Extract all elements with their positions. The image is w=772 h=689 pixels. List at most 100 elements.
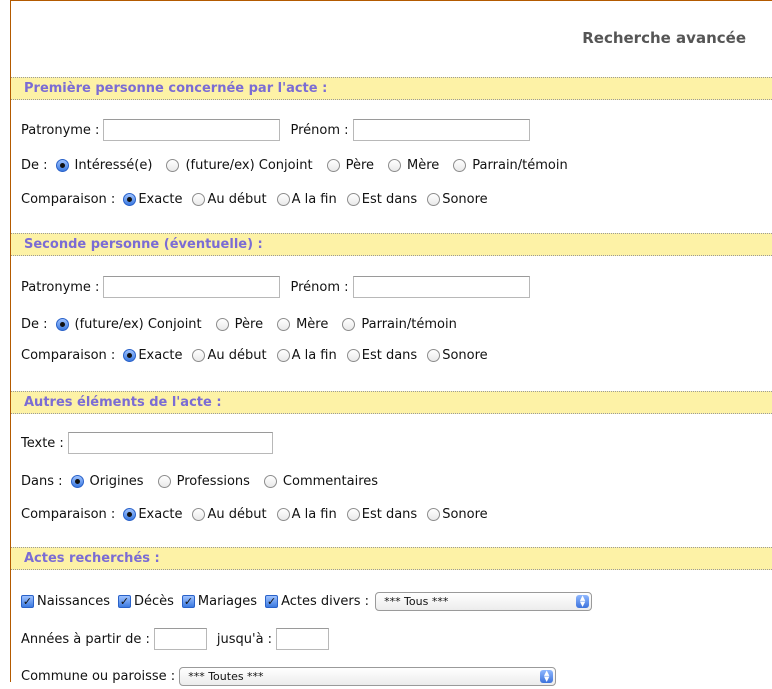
second-de-option-label: Parrain/témoin <box>361 316 457 332</box>
cmp-option-label: A la fin <box>291 347 337 363</box>
first-de-option-label: Mère <box>407 157 440 173</box>
prenom-label: Prénom : <box>290 122 349 138</box>
second-cmp-radio-sonore[interactable] <box>427 348 441 362</box>
other-cmp-radio-exacte[interactable] <box>123 507 137 521</box>
select-arrows-icon: ▲ ▼ <box>576 594 590 608</box>
first-comparison-row: Comparaison : Exacte Au début A la fin E… <box>21 186 488 212</box>
dans-radio-origines[interactable] <box>70 474 84 488</box>
second-name-row: Patronyme : Prénom : <box>21 274 530 300</box>
second-de-radio-mere[interactable] <box>277 317 291 331</box>
patronyme-label: Patronyme : <box>21 279 100 295</box>
act-type-label: Décès <box>133 593 174 609</box>
annees-to-label: jusqu'à : <box>216 631 273 647</box>
actes-divers-select-value: *** Tous *** <box>384 594 449 608</box>
second-cmp-radio-exacte[interactable] <box>123 348 137 362</box>
second-de-radio-pere[interactable] <box>215 317 229 331</box>
first-prenom-input[interactable] <box>352 119 530 141</box>
first-cmp-radio-sonore[interactable] <box>427 192 441 206</box>
cmp-option-label: Au début <box>207 191 267 207</box>
select-arrows-icon: ▲ ▼ <box>540 669 554 683</box>
first-name-row: Patronyme : Prénom : <box>21 117 530 143</box>
second-de-radio-conjoint[interactable] <box>55 317 69 331</box>
second-patronyme-input[interactable] <box>103 276 281 298</box>
first-de-option-label: Intéressé(e) <box>74 157 153 173</box>
cmp-option-label: A la fin <box>291 506 337 522</box>
annees-from-label: Années à partir de : <box>21 631 150 647</box>
dans-radio-commentaires[interactable] <box>263 474 277 488</box>
first-de-radio-interesse[interactable] <box>55 158 69 172</box>
other-cmp-radio-debut[interactable] <box>192 507 206 521</box>
actes-divers-select[interactable]: *** Tous *** ▲ ▼ <box>375 591 593 611</box>
cmp-option-label: Au début <box>207 347 267 363</box>
other-comparison-row: Comparaison : Exacte Au début A la fin E… <box>21 501 488 527</box>
first-de-option-label: (future/ex) Conjoint <box>185 157 313 173</box>
second-cmp-radio-fin[interactable] <box>276 348 290 362</box>
dans-label: Dans : <box>21 473 63 489</box>
comparaison-label: Comparaison : <box>21 347 116 363</box>
cmp-option-label: Est dans <box>361 506 418 522</box>
de-label: De : <box>21 316 48 332</box>
act-type-label: Actes divers : <box>281 593 370 609</box>
second-comparison-row: Comparaison : Exacte Au début A la fin E… <box>21 342 488 368</box>
texte-row: Texte : <box>21 430 273 456</box>
first-de-radio-parrain[interactable] <box>453 158 467 172</box>
first-de-radio-conjoint[interactable] <box>166 158 180 172</box>
section-other-elements-title: Autres éléments de l'acte : <box>24 395 222 410</box>
first-cmp-radio-dans[interactable] <box>346 192 360 206</box>
actes-divers-checkbox[interactable]: ✓ <box>265 594 279 608</box>
commune-label: Commune ou paroisse : <box>21 668 176 684</box>
commune-select[interactable]: *** Toutes *** ▲ ▼ <box>179 666 557 686</box>
first-patronyme-input[interactable] <box>103 119 281 141</box>
other-cmp-radio-dans[interactable] <box>346 507 360 521</box>
comparaison-label: Comparaison : <box>21 191 116 207</box>
patronyme-label: Patronyme : <box>21 122 100 138</box>
cmp-option-label: Est dans <box>361 347 418 363</box>
second-cmp-radio-dans[interactable] <box>346 348 360 362</box>
section-second-person: Seconde personne (éventuelle) : <box>11 233 772 256</box>
de-label: De : <box>21 157 48 173</box>
first-de-radio-mere[interactable] <box>388 158 402 172</box>
first-cmp-radio-fin[interactable] <box>276 192 290 206</box>
dans-row: Dans : Origines Professions Commentaires <box>21 468 378 494</box>
cmp-option-label: Au début <box>207 506 267 522</box>
annees-to-input[interactable] <box>276 628 330 650</box>
texte-label: Texte : <box>21 435 64 451</box>
second-cmp-radio-debut[interactable] <box>192 348 206 362</box>
second-prenom-input[interactable] <box>352 276 530 298</box>
section-other-elements: Autres éléments de l'acte : <box>11 391 772 414</box>
mariages-checkbox[interactable]: ✓ <box>181 594 195 608</box>
commune-select-value: *** Toutes *** <box>188 669 264 683</box>
annees-from-input[interactable] <box>153 628 207 650</box>
cmp-option-label: Exacte <box>138 347 183 363</box>
annees-row: Années à partir de : jusqu'à : <box>21 626 330 652</box>
dans-option-label: Origines <box>89 473 144 489</box>
cmp-option-label: Est dans <box>361 191 418 207</box>
section-first-person: Première personne concernée par l'acte : <box>11 77 772 100</box>
second-de-radio-parrain[interactable] <box>342 317 356 331</box>
prenom-label: Prénom : <box>290 279 349 295</box>
dans-option-label: Commentaires <box>282 473 379 489</box>
search-form-frame: Recherche avancée Première personne conc… <box>10 0 772 686</box>
naissances-checkbox[interactable]: ✓ <box>21 594 34 608</box>
section-acts: Actes recherchés : <box>11 547 772 570</box>
first-de-radio-pere[interactable] <box>326 158 340 172</box>
second-de-option-label: Père <box>234 316 264 332</box>
cmp-option-label: A la fin <box>291 191 337 207</box>
texte-input[interactable] <box>67 432 273 454</box>
section-first-person-title: Première personne concernée par l'acte : <box>24 81 328 96</box>
first-de-option-label: Père <box>345 157 375 173</box>
second-de-row: De : (future/ex) Conjoint Père Mère Parr… <box>21 311 457 337</box>
cmp-option-label: Sonore <box>442 347 488 363</box>
cmp-option-label: Exacte <box>138 506 183 522</box>
dans-option-label: Professions <box>176 473 250 489</box>
acts-types-row: ✓ Naissances ✓ Décès ✓ Mariages ✓ Actes … <box>21 588 593 614</box>
deces-checkbox[interactable]: ✓ <box>117 594 131 608</box>
dans-radio-professions[interactable] <box>157 474 171 488</box>
first-cmp-radio-exacte[interactable] <box>123 192 137 206</box>
other-cmp-radio-sonore[interactable] <box>427 507 441 521</box>
first-cmp-radio-debut[interactable] <box>192 192 206 206</box>
cmp-option-label: Exacte <box>138 191 183 207</box>
section-second-person-title: Seconde personne (éventuelle) : <box>24 237 263 252</box>
other-cmp-radio-fin[interactable] <box>276 507 290 521</box>
act-type-label: Naissances <box>37 593 110 609</box>
